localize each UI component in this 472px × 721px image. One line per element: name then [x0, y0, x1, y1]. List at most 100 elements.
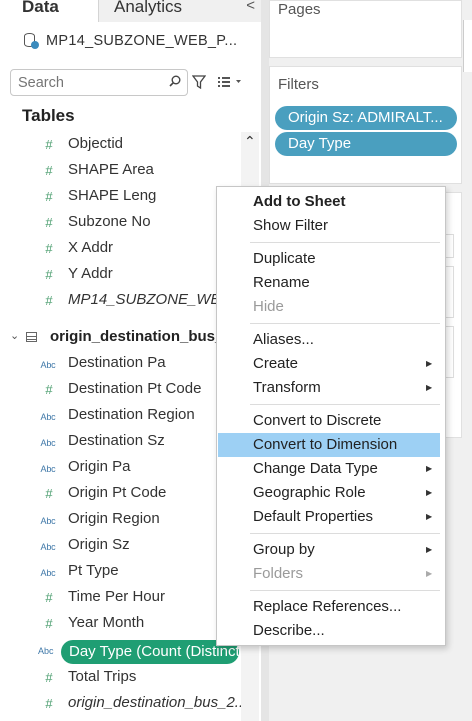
menu-item-transform[interactable]: Transform ▶	[218, 376, 440, 400]
pane-tabbar: Data Analytics <	[0, 0, 261, 23]
menu-item-add-to-sheet[interactable]: Add to Sheet	[218, 190, 440, 214]
view-options-icon[interactable]	[218, 76, 242, 88]
filter-pill-day-type[interactable]: Day Type	[275, 132, 457, 156]
hash-number-icon: #	[45, 215, 53, 230]
table-icon	[26, 332, 37, 342]
menu-item-label: Transform	[253, 379, 321, 396]
abc-string-icon: Abc	[40, 542, 56, 552]
field-label: X Addr	[68, 239, 114, 256]
filter-pill-origin-sz[interactable]: Origin Sz: ADMIRALT...	[275, 106, 457, 130]
menu-item-create[interactable]: Create ▶	[218, 352, 440, 376]
field-item[interactable]: # Objectid	[0, 133, 241, 159]
menu-item-label: Folders	[253, 565, 304, 582]
field-item[interactable]: Abc Origin Region	[0, 508, 241, 534]
abc-string-icon: Abc	[40, 516, 56, 526]
tab-analytics-label: Analytics	[114, 0, 183, 16]
menu-item-describe[interactable]: Describe...	[218, 619, 440, 643]
menu-item-convert-to-dimension[interactable]: Convert to Dimension	[218, 433, 440, 457]
field-item[interactable]: # Time Per Hour	[0, 586, 241, 612]
hash-number-icon: #	[45, 163, 53, 178]
field-item[interactable]: # Total Trips	[0, 666, 241, 692]
chevron-down-icon[interactable]: ⌄	[10, 329, 19, 342]
datasource-name: MP14_SUBZONE_WEB_P...	[46, 33, 238, 49]
field-item[interactable]: # Destination Pt Code	[0, 378, 241, 404]
field-item[interactable]: # SHAPE Area	[0, 159, 241, 185]
menu-item-label: Change Data Type	[253, 460, 378, 477]
abc-string-icon: Abc	[40, 438, 56, 448]
collapse-pane-icon[interactable]: <	[246, 0, 255, 13]
filters-title: Filters	[278, 76, 319, 93]
scroll-up-icon[interactable]: ⌃	[244, 133, 256, 150]
menu-item-label: Show Filter	[253, 217, 329, 234]
menu-item-aliases[interactable]: Aliases...	[218, 328, 440, 352]
field-label: Subzone No	[68, 213, 151, 230]
menu-item-label: Duplicate	[253, 250, 316, 267]
tab-data[interactable]: Data	[0, 0, 98, 23]
menu-item-convert-to-discrete[interactable]: Convert to Discrete	[218, 409, 440, 433]
field-item[interactable]: Abc Destination Region	[0, 404, 241, 430]
field-item[interactable]: Abc Pt Type	[0, 560, 241, 586]
tab-analytics[interactable]: Analytics <	[98, 0, 261, 22]
selected-field-pill[interactable]: Day Type (Count (Distinct))	[61, 640, 239, 664]
field-item[interactable]: Abc Origin Sz	[0, 534, 241, 560]
menu-separator	[250, 242, 440, 243]
menu-item-folders: Folders ▶	[218, 562, 440, 586]
submenu-arrow-icon: ▶	[426, 569, 433, 578]
hash-number-icon: #	[45, 189, 53, 204]
field-label: Objectid	[68, 135, 124, 152]
search-box[interactable]	[10, 69, 188, 96]
abc-string-icon: Abc	[40, 464, 56, 474]
field-label: Origin Pa	[68, 458, 131, 475]
submenu-arrow-icon: ▶	[426, 359, 433, 368]
menu-item-default-properties[interactable]: Default Properties ▶	[218, 505, 440, 529]
datasource-row[interactable]: MP14_SUBZONE_WEB_P...	[0, 26, 261, 56]
abc-string-icon: Abc	[40, 360, 56, 370]
menu-item-label: Create	[253, 355, 299, 372]
filters-shelf[interactable]: Filters Origin Sz: ADMIRALT... Day Type	[269, 66, 462, 184]
table-origin-destination[interactable]: ⌄ origin_destination_bus_2...	[0, 326, 244, 350]
field-item[interactable]: # Y Addr	[0, 263, 241, 289]
field-label: Destination Pt Code	[68, 380, 202, 397]
field-item[interactable]: # SHAPE Leng	[0, 185, 241, 211]
field-item[interactable]: # MP14_SUBZONE_WEB_PL (Count)	[0, 289, 311, 315]
menu-separator	[250, 404, 440, 405]
menu-item-label: Default Properties	[253, 508, 374, 525]
field-label: Time Per Hour	[68, 588, 165, 605]
menu-item-group-by[interactable]: Group by ▶	[218, 538, 440, 562]
menu-item-label: Convert to Dimension	[253, 436, 398, 453]
field-item[interactable]: # Year Month	[0, 612, 241, 638]
field-item[interactable]: Abc Destination Sz	[0, 430, 241, 456]
search-icon[interactable]	[169, 75, 181, 87]
filter-icon[interactable]	[192, 75, 206, 89]
menu-item-duplicate[interactable]: Duplicate	[218, 247, 440, 271]
field-item[interactable]: Abc Origin Pa	[0, 456, 241, 482]
field-item[interactable]: # Subzone No	[0, 211, 241, 237]
menu-item-rename[interactable]: Rename	[218, 271, 440, 295]
menu-item-label: Group by	[253, 541, 315, 558]
hash-number-icon: #	[45, 616, 53, 631]
field-item[interactable]: # origin_destination_bus_2...	[0, 692, 247, 718]
menu-item-replace-references[interactable]: Replace References...	[218, 595, 440, 619]
submenu-arrow-icon: ▶	[426, 464, 433, 473]
field-label: Origin Region	[68, 510, 160, 527]
field-item[interactable]: # X Addr	[0, 237, 241, 263]
submenu-arrow-icon: ▶	[426, 383, 433, 392]
field-label: Destination Region	[68, 406, 195, 423]
search-input[interactable]	[11, 70, 161, 95]
menu-item-geographic-role[interactable]: Geographic Role ▶	[218, 481, 440, 505]
pages-shelf[interactable]: Pages	[269, 0, 462, 58]
menu-item-change-data-type[interactable]: Change Data Type ▶	[218, 457, 440, 481]
field-label: Destination Pa	[68, 354, 166, 371]
shelves-scrollbar[interactable]	[463, 20, 472, 72]
submenu-arrow-icon: ▶	[426, 512, 433, 521]
tables-header: Tables	[22, 106, 75, 125]
field-item[interactable]: Abc Destination Pa	[0, 352, 241, 378]
menu-item-show-filter[interactable]: Show Filter	[218, 214, 440, 238]
field-label: Destination Sz	[68, 432, 165, 449]
menu-item-label: Rename	[253, 274, 310, 291]
field-label: SHAPE Area	[68, 161, 154, 178]
hash-number-icon: #	[45, 241, 53, 256]
menu-item-label: Add to Sheet	[253, 193, 346, 210]
hash-number-icon: #	[45, 137, 53, 152]
field-item[interactable]: # Origin Pt Code	[0, 482, 241, 508]
